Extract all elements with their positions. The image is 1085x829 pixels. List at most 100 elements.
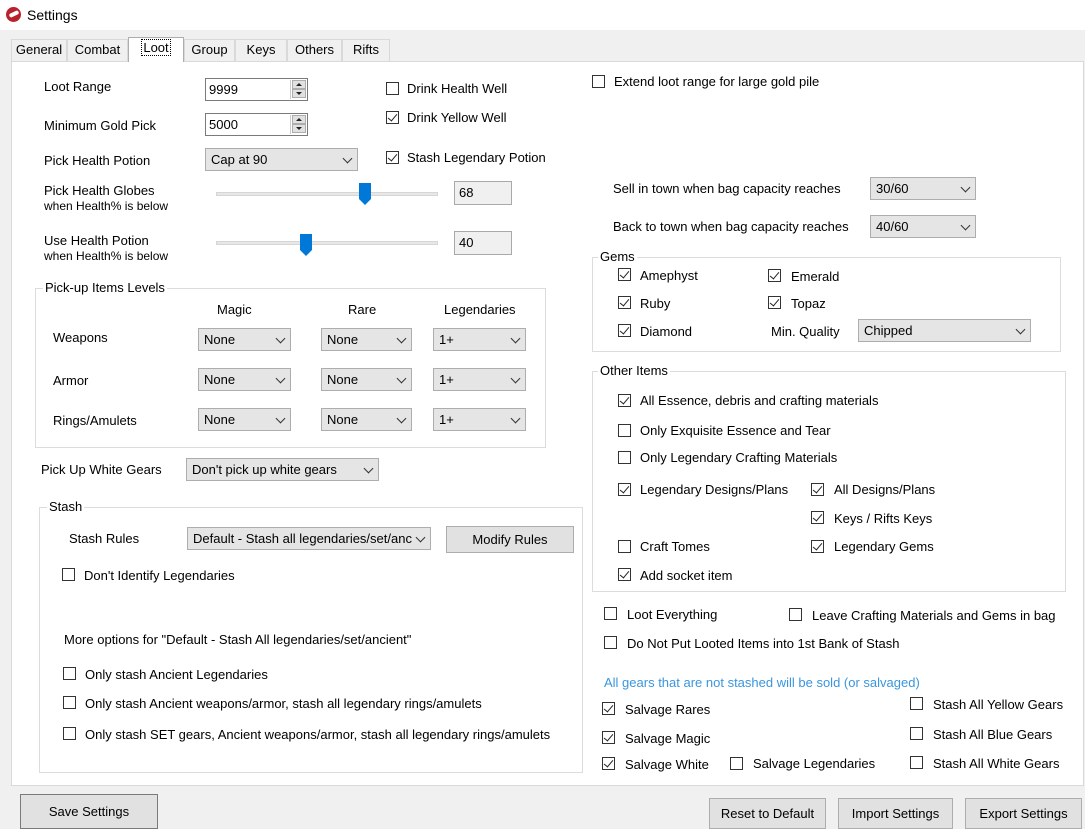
keys-checkbox[interactable] [811, 511, 824, 524]
leave-crafting-label: Leave Crafting Materials and Gems in bag [812, 608, 1056, 623]
weapons-legendaries-select[interactable]: 1+ [433, 328, 526, 351]
sell-town-select[interactable]: 30/60 [870, 177, 976, 200]
armor-rare-select[interactable]: None [321, 368, 412, 391]
diamond-checkbox[interactable] [618, 324, 631, 337]
back-town-label: Back to town when bag capacity reaches [613, 219, 849, 234]
save-settings-button[interactable]: Save Settings [20, 794, 158, 829]
rings-rare-select[interactable]: None [321, 408, 412, 431]
stash-yellow-checkbox[interactable] [910, 697, 923, 710]
stash-white-checkbox[interactable] [910, 756, 923, 769]
min-quality-select[interactable]: Chipped [858, 319, 1031, 342]
min-gold-stepper[interactable]: 5000 [205, 113, 308, 136]
use-potion-label: Use Health Potion [44, 233, 149, 248]
opt-set-checkbox[interactable] [63, 727, 76, 740]
legendary-designs-checkbox[interactable] [618, 483, 631, 496]
drink-yellow-well-checkbox[interactable] [386, 111, 399, 124]
opt-set-label: Only stash SET gears, Ancient weapons/ar… [85, 727, 551, 742]
chevron-down-icon [396, 373, 407, 384]
dont-identify-checkbox[interactable] [62, 568, 75, 581]
socket-item-label: Add socket item [640, 568, 733, 583]
salvage-rares-checkbox[interactable] [602, 702, 615, 715]
salvage-magic-checkbox[interactable] [602, 731, 615, 744]
weapons-magic-select[interactable]: None [198, 328, 291, 351]
salvage-legendaries-checkbox[interactable] [730, 757, 743, 770]
topaz-label: Topaz [791, 296, 826, 311]
tab-loot[interactable]: Loot [128, 37, 184, 62]
modify-rules-button[interactable]: Modify Rules [446, 526, 574, 553]
loot-everything-label: Loot Everything [627, 607, 718, 622]
essence-checkbox[interactable] [618, 394, 631, 407]
sell-town-label: Sell in town when bag capacity reaches [613, 181, 841, 196]
spin-down-icon[interactable] [292, 89, 306, 98]
spin-up-icon[interactable] [292, 115, 306, 124]
chevron-down-icon [1015, 324, 1026, 335]
pickup-levels-title: Pick-up Items Levels [43, 280, 167, 295]
rings-magic-select[interactable]: None [198, 408, 291, 431]
chevron-down-icon [363, 463, 374, 474]
opt-ancient-weapons-checkbox[interactable] [63, 696, 76, 709]
spin-up-icon[interactable] [292, 80, 306, 89]
socket-item-checkbox[interactable] [618, 568, 631, 581]
tab-group[interactable]: Group [184, 39, 235, 61]
stash-legendary-potion-checkbox[interactable] [386, 151, 399, 164]
emerald-checkbox[interactable] [768, 269, 781, 282]
exquisite-label: Only Exquisite Essence and Tear [640, 423, 831, 438]
stash-group-title: Stash [47, 499, 85, 514]
weapons-rare-select[interactable]: None [321, 328, 412, 351]
loot-range-stepper[interactable]: 9999 [205, 78, 308, 101]
tab-combat[interactable]: Combat [67, 39, 128, 61]
spin-down-icon[interactable] [292, 124, 306, 133]
health-globes-sublabel: when Health% is below [44, 199, 169, 213]
ruby-label: Ruby [640, 296, 671, 311]
exquisite-checkbox[interactable] [618, 424, 631, 437]
use-potion-slider-track[interactable] [216, 241, 438, 245]
app-logo-icon [6, 7, 21, 22]
legendary-gems-checkbox[interactable] [811, 540, 824, 553]
health-globes-slider-track[interactable] [216, 192, 438, 196]
craft-tomes-checkbox[interactable] [618, 540, 631, 553]
legendary-crafting-checkbox[interactable] [618, 451, 631, 464]
extend-loot-range-checkbox[interactable] [592, 75, 605, 88]
salvage-white-checkbox[interactable] [602, 757, 615, 770]
health-potion-label: Pick Health Potion [44, 153, 151, 168]
title-bar: Settings [0, 0, 1085, 30]
all-designs-label: All Designs/Plans [834, 482, 936, 497]
import-settings-button[interactable]: Import Settings [838, 798, 953, 829]
stash-blue-checkbox[interactable] [910, 727, 923, 740]
reset-default-button[interactable]: Reset to Default [709, 798, 826, 829]
white-gears-select[interactable]: Don't pick up white gears [186, 458, 379, 481]
legendary-gems-label: Legendary Gems [834, 539, 934, 554]
loot-everything-checkbox[interactable] [604, 607, 617, 620]
tab-rifts[interactable]: Rifts [342, 39, 390, 61]
diamond-label: Diamond [640, 324, 693, 339]
amephyst-checkbox[interactable] [618, 268, 631, 281]
row-rings-label: Rings/Amulets [53, 413, 137, 428]
rings-legendaries-select[interactable]: 1+ [433, 408, 526, 431]
salvage-legendaries-label: Salvage Legendaries [753, 756, 876, 771]
use-potion-slider-thumb[interactable] [300, 234, 312, 256]
opt-ancient-checkbox[interactable] [63, 667, 76, 680]
health-globes-value: 68 [454, 181, 512, 205]
loot-range-label: Loot Range [44, 79, 112, 94]
min-gold-label: Minimum Gold Pick [44, 118, 156, 133]
health-potion-select[interactable]: Cap at 90 [205, 148, 358, 171]
topaz-checkbox[interactable] [768, 296, 781, 309]
min-quality-label: Min. Quality [771, 324, 840, 339]
back-town-select[interactable]: 40/60 [870, 215, 976, 238]
health-globes-slider-thumb[interactable] [358, 183, 371, 205]
tab-keys[interactable]: Keys [235, 39, 287, 61]
leave-crafting-checkbox[interactable] [789, 608, 802, 621]
stash-rules-select[interactable]: Default - Stash all legendaries/set/anci… [187, 527, 431, 550]
tab-general[interactable]: General [11, 39, 67, 61]
drink-health-well-checkbox[interactable] [386, 82, 399, 95]
no-first-bank-checkbox[interactable] [604, 636, 617, 649]
use-potion-sublabel: when Health% is below [44, 249, 169, 263]
tab-others[interactable]: Others [287, 39, 342, 61]
all-designs-checkbox[interactable] [811, 483, 824, 496]
armor-legendaries-select[interactable]: 1+ [433, 368, 526, 391]
export-settings-button[interactable]: Export Settings [965, 798, 1082, 829]
chevron-down-icon [960, 220, 971, 231]
armor-magic-select[interactable]: None [198, 368, 291, 391]
chevron-down-icon [275, 333, 286, 344]
ruby-checkbox[interactable] [618, 296, 631, 309]
